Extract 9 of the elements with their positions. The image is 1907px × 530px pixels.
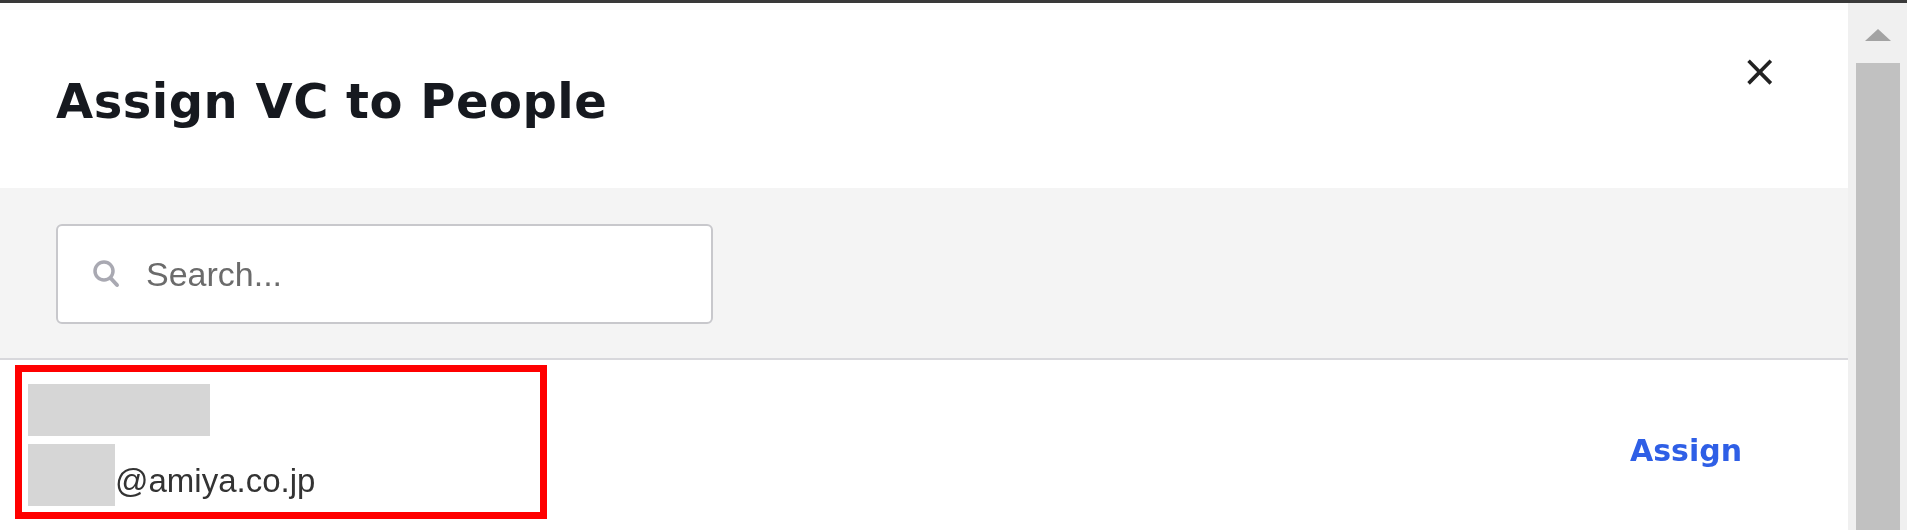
search-field[interactable]: Search... (56, 224, 713, 324)
scrollbar[interactable] (1848, 3, 1907, 530)
close-button[interactable]: × (1741, 48, 1778, 93)
dialog-title: Assign VC to People (56, 72, 608, 129)
scroll-thumb[interactable] (1855, 63, 1900, 530)
assign-link[interactable]: Assign (1629, 432, 1742, 468)
email-text: @amiya.co.jp (115, 462, 316, 500)
search-icon (92, 259, 120, 289)
scroll-up-icon[interactable] (1864, 29, 1891, 41)
